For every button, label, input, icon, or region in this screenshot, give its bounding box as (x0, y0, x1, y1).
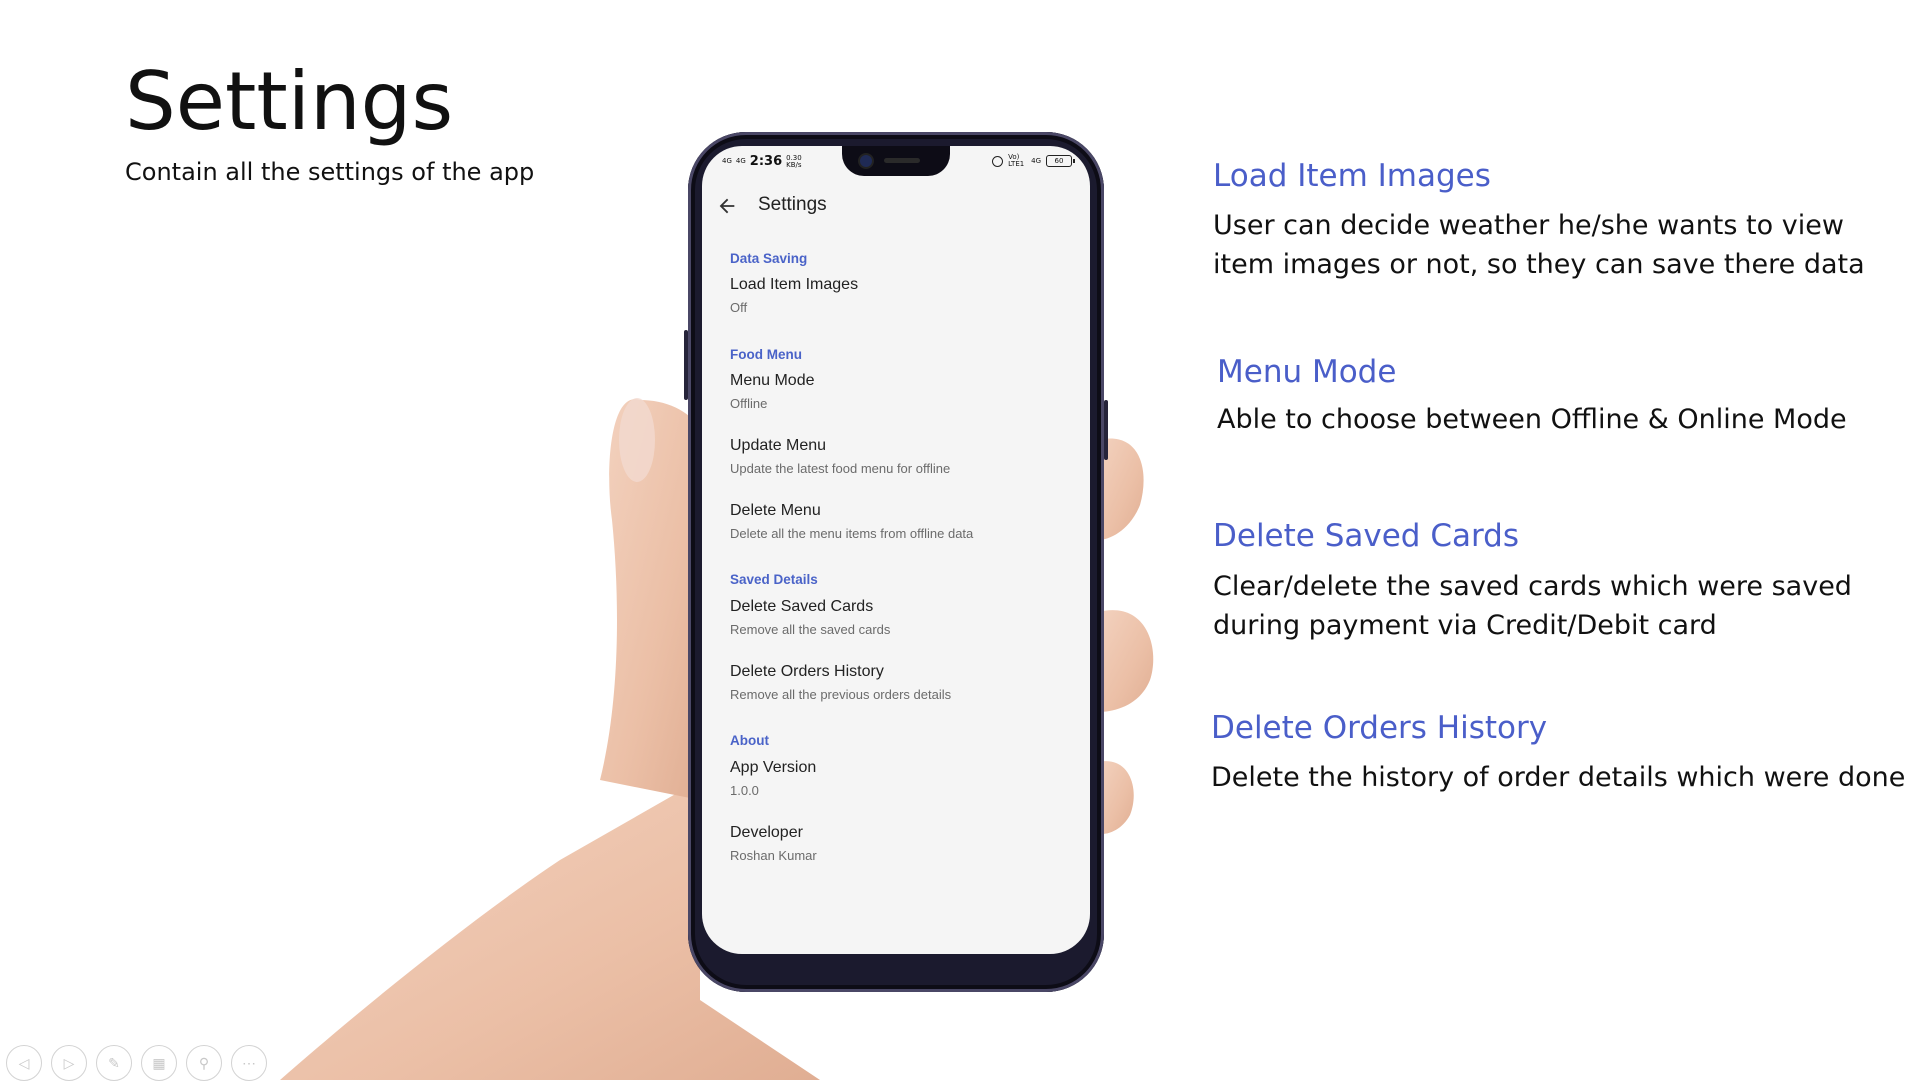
desc-line: Delete the history of order details whic… (1211, 762, 1906, 793)
section-header-data-saving: Data Saving (730, 251, 808, 266)
app-bar-title: Settings (758, 194, 827, 215)
pref-title: Menu Mode (730, 372, 815, 389)
pref-summary: Update the latest food menu for offline (730, 461, 951, 476)
pref-developer[interactable]: Developer Roshan Kumar (720, 824, 1076, 880)
pref-title: Update Menu (730, 437, 827, 454)
desc-line: User can decide weather he/she wants to … (1213, 210, 1844, 241)
slide-title: Settings (125, 55, 454, 148)
status-bar: 4G 4G 2:36 0.30 KB/s Vo) LTE1 4G 60 (702, 146, 1090, 176)
desc-line: Able to choose between Offline & Online … (1217, 404, 1847, 435)
phone-screen: 4G 4G 2:36 0.30 KB/s Vo) LTE1 4G 60 Sett… (702, 146, 1090, 954)
volume-button (684, 330, 688, 400)
pref-menu-mode[interactable]: Menu Mode Offline (720, 372, 1076, 428)
desc-heading-delete-cards: Delete Saved Cards (1213, 518, 1520, 554)
pref-title: Load Item Images (730, 276, 859, 293)
volte-icon: Vo) LTE1 (1008, 153, 1025, 168)
alarm-icon (992, 155, 1004, 167)
pref-summary: Roshan Kumar (730, 848, 817, 863)
power-button (1104, 400, 1108, 460)
desc-body-delete-cards: Clear/delete the saved cards which were … (1213, 567, 1852, 645)
signal-icon: 4G (722, 157, 732, 165)
desc-heading-delete-orders: Delete Orders History (1211, 710, 1548, 746)
pref-load-item-images[interactable]: Load Item Images Off (720, 276, 1076, 332)
pref-summary: Offline (730, 396, 768, 411)
desc-heading-menu-mode: Menu Mode (1217, 354, 1397, 390)
pref-title: Developer (730, 824, 803, 841)
presenter-toolbar: ◁ ▷ ✎ ▦ ⚲ ⋯ (6, 1045, 267, 1081)
arrow-left-icon[interactable] (716, 195, 738, 217)
network-type: 4G (1031, 156, 1041, 165)
status-time: 2:36 (749, 154, 783, 169)
desc-body-load-images: User can decide weather he/she wants to … (1213, 206, 1865, 284)
network-speed: 0.30 KB/s (786, 153, 802, 169)
pref-delete-saved-cards[interactable]: Delete Saved Cards Remove all the saved … (720, 598, 1076, 654)
zoom-icon[interactable]: ⚲ (186, 1045, 222, 1081)
desc-heading-load-images: Load Item Images (1213, 158, 1491, 194)
pref-summary: Remove all the saved cards (730, 622, 891, 637)
pen-icon[interactable]: ✎ (96, 1045, 132, 1081)
pref-title: App Version (730, 759, 817, 776)
pref-title: Delete Saved Cards (730, 598, 874, 615)
pref-title: Delete Menu (730, 502, 821, 519)
desc-body-delete-orders: Delete the history of order details whic… (1211, 758, 1905, 797)
pref-summary: 1.0.0 (730, 783, 759, 798)
desc-body-menu-mode: Able to choose between Offline & Online … (1217, 400, 1847, 439)
pref-delete-menu[interactable]: Delete Menu Delete all the menu items fr… (720, 502, 1076, 558)
more-icon[interactable]: ⋯ (231, 1045, 267, 1081)
pref-update-menu[interactable]: Update Menu Update the latest food menu … (720, 437, 1076, 493)
pref-summary: Off (730, 300, 748, 315)
section-header-about: About (730, 733, 769, 748)
pref-delete-orders-history[interactable]: Delete Orders History Remove all the pre… (720, 663, 1076, 719)
pref-summary: Delete all the menu items from offline d… (730, 526, 974, 541)
battery-icon: 60 (1046, 155, 1075, 167)
slide-subtitle: Contain all the settings of the app (125, 158, 535, 186)
section-header-saved-details: Saved Details (730, 572, 818, 587)
app-bar: Settings (702, 182, 1090, 232)
section-header-food-menu: Food Menu (730, 347, 802, 362)
desc-line: item images or not, so they can save the… (1213, 249, 1865, 280)
signal-icon: 4G (735, 157, 746, 165)
pref-app-version[interactable]: App Version 1.0.0 (720, 759, 1076, 815)
desc-line: Clear/delete the saved cards which were … (1213, 571, 1852, 602)
slides-icon[interactable]: ▦ (141, 1045, 177, 1081)
pref-title: Delete Orders History (730, 663, 884, 680)
pref-summary: Remove all the previous orders details (730, 687, 952, 702)
desc-line: during payment via Credit/Debit card (1213, 610, 1717, 641)
previous-icon[interactable]: ◁ (6, 1045, 42, 1081)
next-icon[interactable]: ▷ (51, 1045, 87, 1081)
